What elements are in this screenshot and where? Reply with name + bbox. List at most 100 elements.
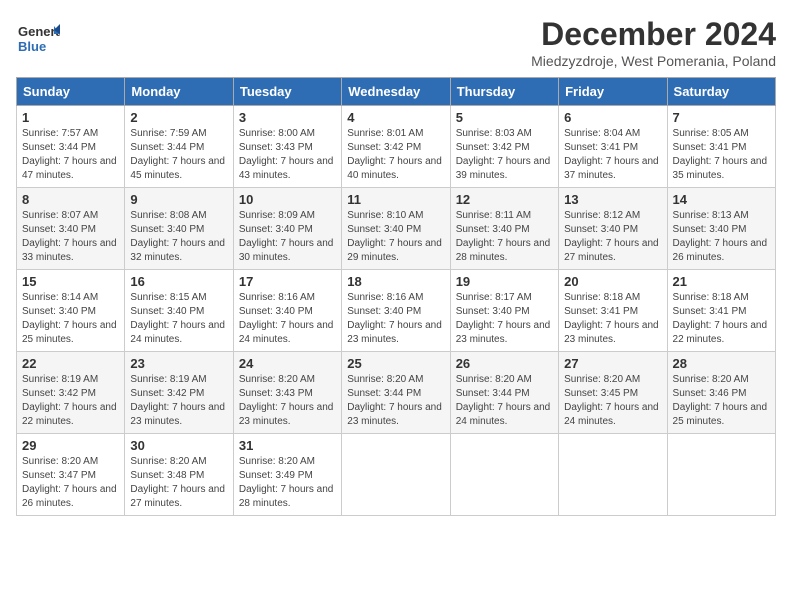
col-sunday: Sunday xyxy=(17,78,125,106)
title-block: December 2024 Miedzyzdroje, West Pomeran… xyxy=(531,16,776,69)
table-row: 8 Sunrise: 8:07 AM Sunset: 3:40 PM Dayli… xyxy=(17,188,125,270)
day-number: 9 xyxy=(130,192,227,207)
day-number: 16 xyxy=(130,274,227,289)
table-row: 18 Sunrise: 8:16 AM Sunset: 3:40 PM Dayl… xyxy=(342,270,450,352)
day-number: 17 xyxy=(239,274,336,289)
table-row: 20 Sunrise: 8:18 AM Sunset: 3:41 PM Dayl… xyxy=(559,270,667,352)
table-row: 31 Sunrise: 8:20 AM Sunset: 3:49 PM Dayl… xyxy=(233,434,341,516)
day-number: 2 xyxy=(130,110,227,125)
day-number: 11 xyxy=(347,192,444,207)
col-saturday: Saturday xyxy=(667,78,775,106)
day-number: 7 xyxy=(673,110,770,125)
table-row: 21 Sunrise: 8:18 AM Sunset: 3:41 PM Dayl… xyxy=(667,270,775,352)
table-row: 14 Sunrise: 8:13 AM Sunset: 3:40 PM Dayl… xyxy=(667,188,775,270)
calendar-week-1: 1 Sunrise: 7:57 AM Sunset: 3:44 PM Dayli… xyxy=(17,106,776,188)
day-number: 15 xyxy=(22,274,119,289)
table-row: 4 Sunrise: 8:01 AM Sunset: 3:42 PM Dayli… xyxy=(342,106,450,188)
day-number: 14 xyxy=(673,192,770,207)
day-number: 10 xyxy=(239,192,336,207)
table-row: 6 Sunrise: 8:04 AM Sunset: 3:41 PM Dayli… xyxy=(559,106,667,188)
day-info: Sunrise: 8:01 AM Sunset: 3:42 PM Dayligh… xyxy=(347,128,442,181)
day-number: 1 xyxy=(22,110,119,125)
table-row: 3 Sunrise: 8:00 AM Sunset: 3:43 PM Dayli… xyxy=(233,106,341,188)
svg-text:Blue: Blue xyxy=(18,39,46,54)
table-row: 7 Sunrise: 8:05 AM Sunset: 3:41 PM Dayli… xyxy=(667,106,775,188)
day-info: Sunrise: 8:17 AM Sunset: 3:40 PM Dayligh… xyxy=(456,292,551,345)
day-number: 25 xyxy=(347,356,444,371)
table-row: 9 Sunrise: 8:08 AM Sunset: 3:40 PM Dayli… xyxy=(125,188,233,270)
table-row xyxy=(342,434,450,516)
table-row: 23 Sunrise: 8:19 AM Sunset: 3:42 PM Dayl… xyxy=(125,352,233,434)
day-info: Sunrise: 8:20 AM Sunset: 3:46 PM Dayligh… xyxy=(673,374,768,427)
day-info: Sunrise: 8:12 AM Sunset: 3:40 PM Dayligh… xyxy=(564,210,659,263)
table-row: 11 Sunrise: 8:10 AM Sunset: 3:40 PM Dayl… xyxy=(342,188,450,270)
table-row: 10 Sunrise: 8:09 AM Sunset: 3:40 PM Dayl… xyxy=(233,188,341,270)
col-friday: Friday xyxy=(559,78,667,106)
day-number: 31 xyxy=(239,438,336,453)
day-number: 29 xyxy=(22,438,119,453)
logo-icon: General Blue xyxy=(16,16,60,60)
day-number: 6 xyxy=(564,110,661,125)
table-row xyxy=(667,434,775,516)
col-monday: Monday xyxy=(125,78,233,106)
day-info: Sunrise: 8:20 AM Sunset: 3:43 PM Dayligh… xyxy=(239,374,334,427)
day-info: Sunrise: 7:57 AM Sunset: 3:44 PM Dayligh… xyxy=(22,128,117,181)
day-info: Sunrise: 8:09 AM Sunset: 3:40 PM Dayligh… xyxy=(239,210,334,263)
day-info: Sunrise: 8:16 AM Sunset: 3:40 PM Dayligh… xyxy=(347,292,442,345)
calendar-week-2: 8 Sunrise: 8:07 AM Sunset: 3:40 PM Dayli… xyxy=(17,188,776,270)
col-tuesday: Tuesday xyxy=(233,78,341,106)
location-title: Miedzyzdroje, West Pomerania, Poland xyxy=(531,53,776,69)
day-number: 4 xyxy=(347,110,444,125)
day-info: Sunrise: 8:19 AM Sunset: 3:42 PM Dayligh… xyxy=(22,374,117,427)
table-row xyxy=(450,434,558,516)
day-number: 30 xyxy=(130,438,227,453)
day-info: Sunrise: 8:20 AM Sunset: 3:44 PM Dayligh… xyxy=(456,374,551,427)
day-info: Sunrise: 8:07 AM Sunset: 3:40 PM Dayligh… xyxy=(22,210,117,263)
col-wednesday: Wednesday xyxy=(342,78,450,106)
day-number: 23 xyxy=(130,356,227,371)
calendar-week-4: 22 Sunrise: 8:19 AM Sunset: 3:42 PM Dayl… xyxy=(17,352,776,434)
table-row: 13 Sunrise: 8:12 AM Sunset: 3:40 PM Dayl… xyxy=(559,188,667,270)
table-row: 30 Sunrise: 8:20 AM Sunset: 3:48 PM Dayl… xyxy=(125,434,233,516)
day-info: Sunrise: 7:59 AM Sunset: 3:44 PM Dayligh… xyxy=(130,128,225,181)
table-row: 16 Sunrise: 8:15 AM Sunset: 3:40 PM Dayl… xyxy=(125,270,233,352)
calendar-week-3: 15 Sunrise: 8:14 AM Sunset: 3:40 PM Dayl… xyxy=(17,270,776,352)
day-info: Sunrise: 8:04 AM Sunset: 3:41 PM Dayligh… xyxy=(564,128,659,181)
day-number: 20 xyxy=(564,274,661,289)
day-number: 18 xyxy=(347,274,444,289)
day-number: 24 xyxy=(239,356,336,371)
table-row: 28 Sunrise: 8:20 AM Sunset: 3:46 PM Dayl… xyxy=(667,352,775,434)
day-info: Sunrise: 8:20 AM Sunset: 3:45 PM Dayligh… xyxy=(564,374,659,427)
day-info: Sunrise: 8:20 AM Sunset: 3:44 PM Dayligh… xyxy=(347,374,442,427)
day-number: 28 xyxy=(673,356,770,371)
table-row: 2 Sunrise: 7:59 AM Sunset: 3:44 PM Dayli… xyxy=(125,106,233,188)
table-row xyxy=(559,434,667,516)
svg-text:General: General xyxy=(18,24,60,39)
table-row: 19 Sunrise: 8:17 AM Sunset: 3:40 PM Dayl… xyxy=(450,270,558,352)
table-row: 15 Sunrise: 8:14 AM Sunset: 3:40 PM Dayl… xyxy=(17,270,125,352)
table-row: 26 Sunrise: 8:20 AM Sunset: 3:44 PM Dayl… xyxy=(450,352,558,434)
day-number: 13 xyxy=(564,192,661,207)
page-header: General Blue December 2024 Miedzyzdroje,… xyxy=(16,16,776,69)
day-info: Sunrise: 8:11 AM Sunset: 3:40 PM Dayligh… xyxy=(456,210,551,263)
day-info: Sunrise: 8:05 AM Sunset: 3:41 PM Dayligh… xyxy=(673,128,768,181)
day-info: Sunrise: 8:20 AM Sunset: 3:49 PM Dayligh… xyxy=(239,456,334,509)
calendar-week-5: 29 Sunrise: 8:20 AM Sunset: 3:47 PM Dayl… xyxy=(17,434,776,516)
table-row: 12 Sunrise: 8:11 AM Sunset: 3:40 PM Dayl… xyxy=(450,188,558,270)
table-row: 27 Sunrise: 8:20 AM Sunset: 3:45 PM Dayl… xyxy=(559,352,667,434)
table-row: 29 Sunrise: 8:20 AM Sunset: 3:47 PM Dayl… xyxy=(17,434,125,516)
day-number: 22 xyxy=(22,356,119,371)
day-number: 21 xyxy=(673,274,770,289)
calendar-header-row: Sunday Monday Tuesday Wednesday Thursday… xyxy=(17,78,776,106)
table-row: 5 Sunrise: 8:03 AM Sunset: 3:42 PM Dayli… xyxy=(450,106,558,188)
day-info: Sunrise: 8:03 AM Sunset: 3:42 PM Dayligh… xyxy=(456,128,551,181)
day-info: Sunrise: 8:08 AM Sunset: 3:40 PM Dayligh… xyxy=(130,210,225,263)
day-info: Sunrise: 8:20 AM Sunset: 3:48 PM Dayligh… xyxy=(130,456,225,509)
day-info: Sunrise: 8:00 AM Sunset: 3:43 PM Dayligh… xyxy=(239,128,334,181)
calendar-table: Sunday Monday Tuesday Wednesday Thursday… xyxy=(16,77,776,516)
logo: General Blue xyxy=(16,16,64,60)
month-title: December 2024 xyxy=(531,16,776,53)
day-info: Sunrise: 8:18 AM Sunset: 3:41 PM Dayligh… xyxy=(564,292,659,345)
day-number: 3 xyxy=(239,110,336,125)
day-info: Sunrise: 8:10 AM Sunset: 3:40 PM Dayligh… xyxy=(347,210,442,263)
